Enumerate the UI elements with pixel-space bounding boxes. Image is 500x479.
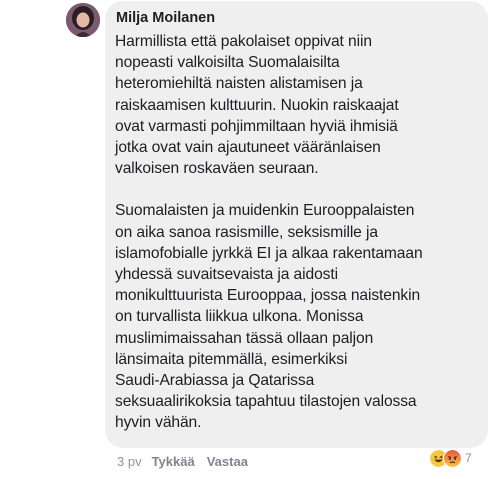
avatar[interactable]	[66, 3, 100, 37]
comment-bubble: Milja Moilanen Harmillista että pakolais…	[105, 1, 488, 448]
comment-actions: 3 pv Tykkää Vastaa	[117, 451, 260, 471]
comment-timestamp[interactable]: 3 pv	[117, 454, 142, 469]
reaction-count: 7	[465, 451, 472, 465]
profile-photo-icon	[66, 3, 100, 37]
comment-author[interactable]: Milja Moilanen	[116, 9, 478, 27]
comment-paragraph-2: Suomalaisten ja muidenkin Eurooppalaiste…	[115, 202, 423, 432]
reply-button[interactable]: Vastaa	[207, 454, 248, 469]
angry-reaction-icon	[443, 448, 462, 468]
reactions-summary[interactable]: 7	[429, 447, 472, 469]
comment-paragraph-1: Harmillista että pakolaiset oppivat niin…	[115, 33, 399, 178]
like-button[interactable]: Tykkää	[152, 454, 195, 469]
